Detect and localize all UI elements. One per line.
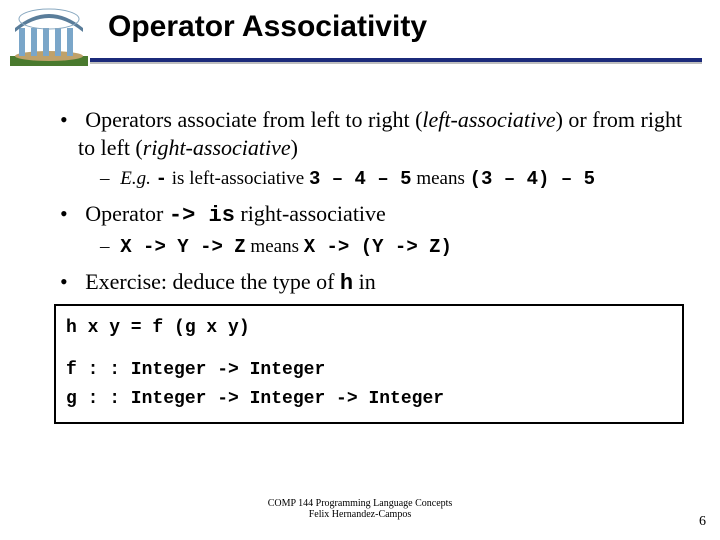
slide: Operator Associativity Operators associa… [0, 0, 720, 540]
bullet-2-b: right-associative [240, 201, 385, 226]
code-line-2: f : : Integer -> Integer [66, 356, 672, 385]
sub-1-expr1: 3 – 4 – 5 [309, 168, 412, 190]
slide-title: Operator Associativity [108, 10, 427, 44]
bullet-2-op: -> is [169, 203, 235, 228]
title-rule [90, 58, 702, 62]
bullet-1-text-a: Operators associate from left to right ( [85, 107, 422, 132]
bullet-3-b: in [359, 269, 376, 294]
sub-1-mid: is left-associative [172, 168, 309, 189]
bullet-3: Exercise: deduce the type of h in [44, 268, 684, 298]
slide-content: Operators associate from left to right (… [44, 106, 684, 424]
sub-1-eg: E.g. [120, 168, 155, 189]
bullet-1-text-c: ) [291, 135, 298, 160]
code-line-3: g : : Integer -> Integer -> Integer [66, 385, 672, 414]
sub-2-expr1: X -> Y -> Z [120, 236, 245, 258]
code-box: h x y = f (g x y) f : : Integer -> Integ… [54, 304, 684, 424]
well-logo-icon [10, 6, 88, 66]
bullet-2-a: Operator [85, 201, 169, 226]
code-gap [66, 342, 672, 356]
sub-2-expr2: X -> (Y -> Z) [304, 236, 452, 258]
code-line-1: h x y = f (g x y) [66, 314, 672, 343]
bullet-2: Operator -> is right-associative [44, 200, 684, 230]
bullet-1: Operators associate from left to right (… [44, 106, 684, 161]
footer-line-2: Felix Hernandez-Campos [0, 509, 720, 520]
sub-1: E.g. - is left-associative 3 – 4 – 5 mea… [100, 167, 684, 192]
bullet-1-term-2: right-associative [143, 135, 291, 160]
sub-1-expr2: (3 – 4) – 5 [470, 168, 595, 190]
page-number: 6 [699, 514, 706, 530]
bullet-3-h: h [340, 271, 353, 296]
sub-2-means: means [250, 236, 303, 257]
sub-2: X -> Y -> Z means X -> (Y -> Z) [100, 235, 684, 260]
footer: COMP 144 Programming Language Concepts F… [0, 498, 720, 520]
bullet-1-term-1: left-associative [422, 107, 555, 132]
footer-line-1: COMP 144 Programming Language Concepts [0, 498, 720, 509]
sub-1-op: - [156, 168, 167, 190]
sub-1-means: means [416, 168, 469, 189]
bullet-3-a: Exercise: deduce the type of [85, 269, 340, 294]
